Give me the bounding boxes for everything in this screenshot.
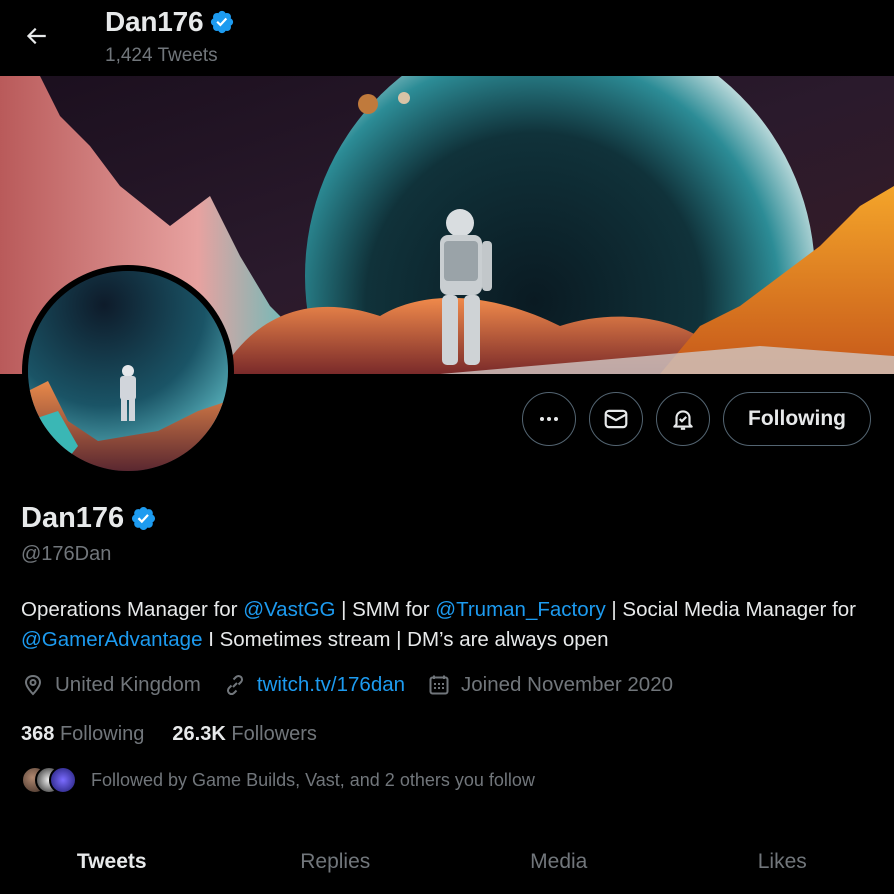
top-bar: Dan176 1,424 Tweets [0, 0, 894, 76]
mutual-avatars [21, 766, 77, 794]
tab-replies[interactable]: Replies [224, 830, 448, 894]
following-count: 368 [21, 723, 55, 745]
mention-link[interactable]: @Truman_Factory [435, 598, 605, 621]
avatar[interactable] [22, 265, 234, 477]
tab-tweets[interactable]: Tweets [0, 830, 224, 894]
location-item: United Kingdom [21, 673, 201, 697]
message-icon [604, 409, 628, 429]
back-button[interactable] [14, 14, 58, 58]
profile-actions: Following [522, 392, 871, 446]
header-name-row: Dan176 [105, 6, 235, 38]
header-display-name: Dan176 [105, 6, 204, 37]
profile-name-row: Dan176 [21, 502, 157, 535]
website-link[interactable]: twitch.tv/176dan [257, 673, 405, 697]
tweet-count: 1,424 Tweets [105, 45, 218, 66]
website-item: twitch.tv/176dan [223, 673, 405, 697]
arrow-left-icon [26, 27, 46, 45]
following-button[interactable]: Following [723, 392, 871, 446]
link-icon [226, 674, 243, 696]
mention-link[interactable]: @GamerAdvantage [21, 628, 203, 651]
following-label: Following [59, 723, 145, 745]
bio-text: Operations Manager for [21, 598, 244, 621]
followers-label: Followers [231, 723, 317, 745]
profile-display-name: Dan176 [21, 502, 125, 534]
notification-bell-icon [673, 410, 693, 430]
more-button[interactable] [522, 392, 577, 446]
verified-badge-icon[interactable] [130, 505, 157, 532]
location-icon [24, 674, 42, 696]
joined-text: Joined November 2020 [461, 673, 673, 696]
calendar-icon [429, 675, 449, 695]
profile-meta: United Kingdom twitch.tv/176dan Joined N… [21, 673, 695, 697]
followers-count-link[interactable]: 26.3K Followers [172, 723, 317, 746]
notifications-button[interactable] [656, 392, 711, 446]
followed-by-text: Followed by Game Builds, Vast, and 2 oth… [91, 769, 535, 790]
avatar [49, 766, 77, 794]
mention-link[interactable]: @VastGG [243, 598, 335, 621]
tab-media[interactable]: Media [447, 830, 671, 894]
profile-bio: Operations Manager for @VastGG | SMM for… [21, 595, 871, 655]
profile-tabs: Tweets Replies Media Likes [0, 830, 894, 894]
more-icon [540, 417, 559, 421]
location-text: United Kingdom [55, 673, 201, 696]
bio-text: | Social Media Manager for [605, 598, 857, 621]
bio-text: | SMM for [335, 598, 436, 621]
following-count-link[interactable]: 368 Following [21, 723, 144, 746]
profile-stats: 368 Following 26.3K Followers [21, 723, 317, 746]
joined-item: Joined November 2020 [427, 673, 673, 697]
followed-by[interactable]: Followed by Game Builds, Vast, and 2 oth… [21, 766, 535, 794]
verified-badge-icon [209, 9, 235, 35]
avatar-image [28, 271, 228, 471]
message-button[interactable] [589, 392, 644, 446]
profile-handle: @176Dan [21, 543, 112, 565]
tab-likes[interactable]: Likes [671, 830, 894, 894]
followers-count: 26.3K [172, 723, 226, 745]
bio-text: I Sometimes stream | DM’s are always ope… [202, 628, 609, 651]
